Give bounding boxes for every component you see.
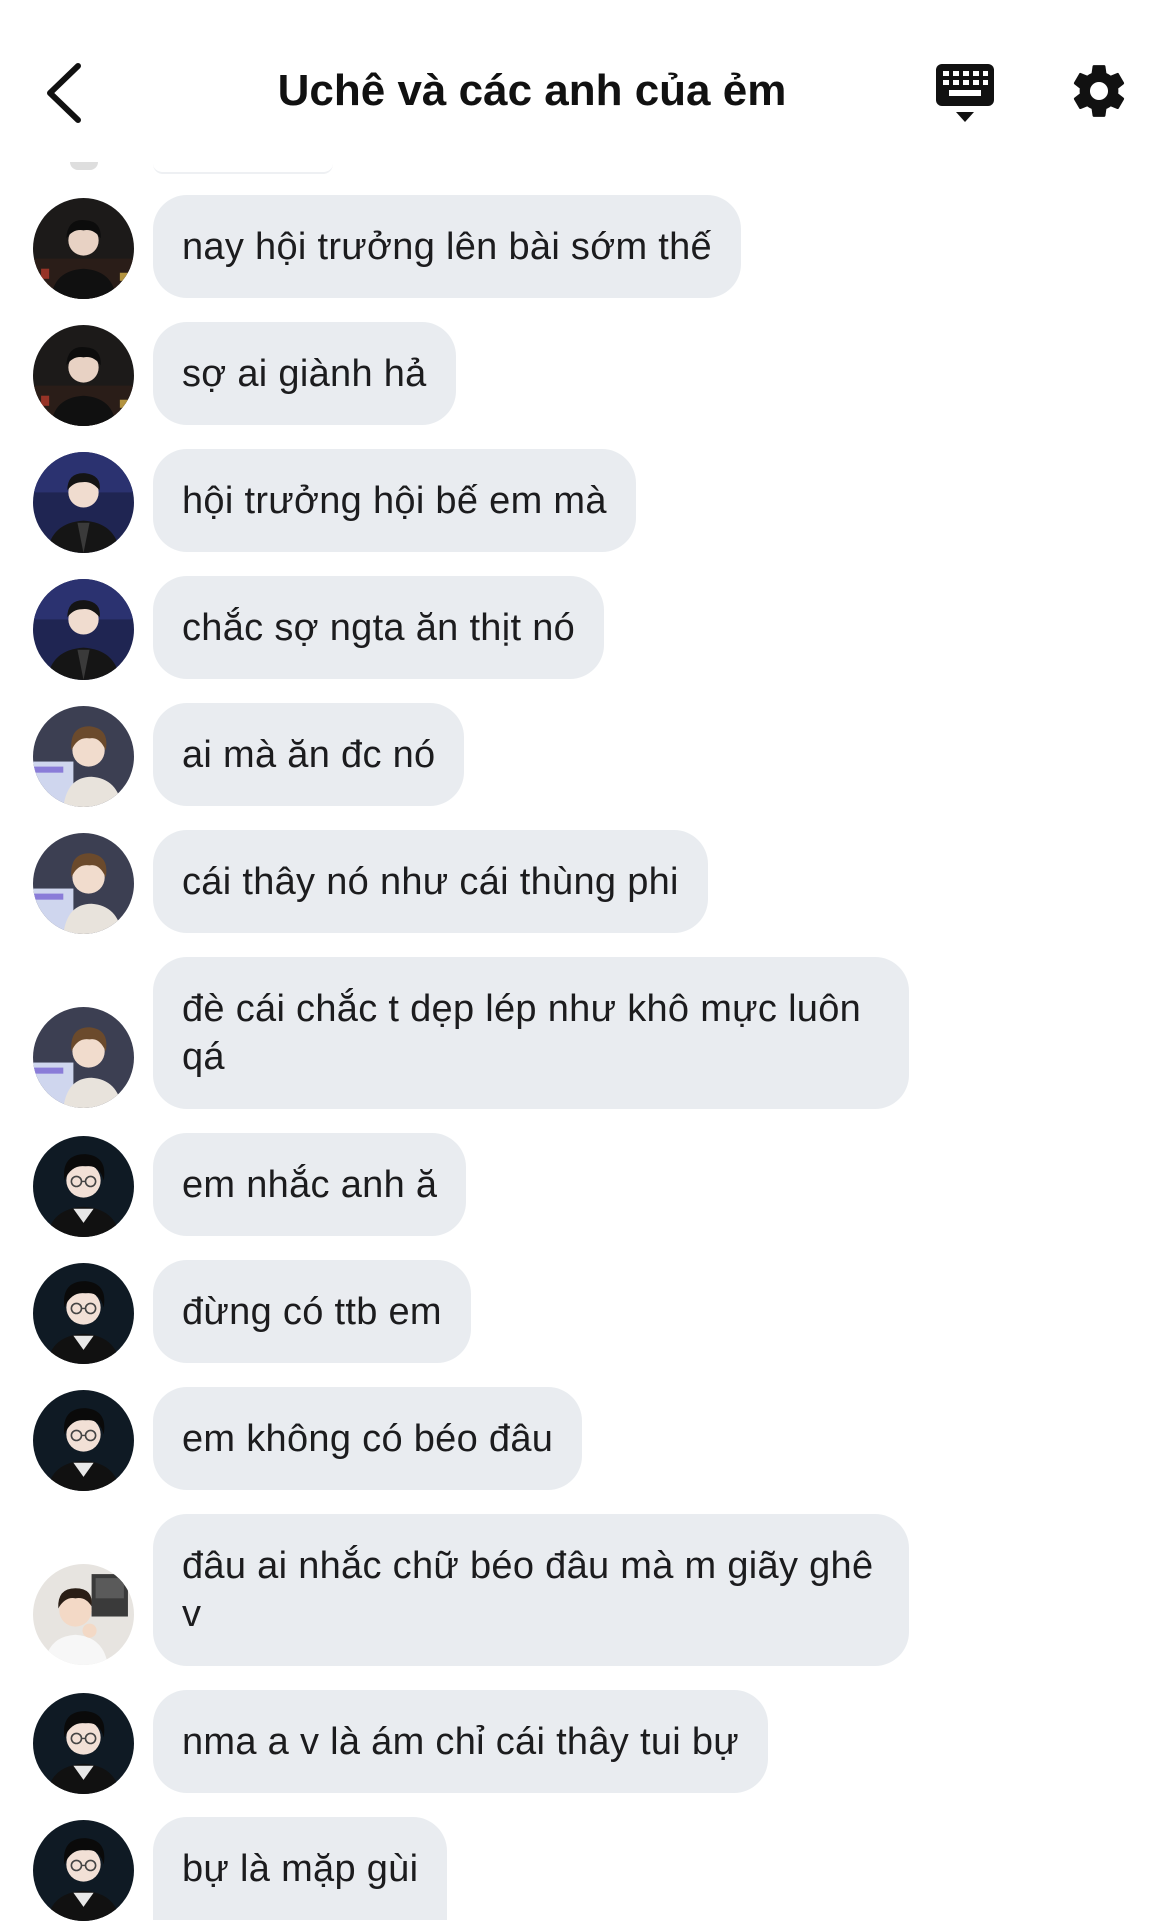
message-bubble[interactable]: nay hội trưởng lên bài sớm thế xyxy=(153,195,741,298)
message-text: đè cái chắc t dẹp lép như khô mực luôn q… xyxy=(182,988,862,1078)
message-bubble[interactable]: bự là mặp gùi xyxy=(153,1817,448,1920)
avatar[interactable] xyxy=(33,833,134,934)
avatar[interactable] xyxy=(33,1136,134,1237)
avatar[interactable] xyxy=(33,1820,134,1921)
message-text: đừng có ttb em xyxy=(182,1290,442,1333)
message-text: nma a v là ám chỉ cái thây tui bự xyxy=(182,1720,740,1763)
message-bubble[interactable]: nma a v là ám chỉ cái thây tui bự xyxy=(153,1690,769,1793)
message-bubble[interactable]: chắc sợ ngta ăn thịt nó xyxy=(153,576,605,679)
avatar[interactable] xyxy=(33,1693,134,1794)
avatar[interactable] xyxy=(33,1263,134,1364)
avatar[interactable] xyxy=(33,325,134,426)
message-text: đâu ai nhắc chữ béo đâu mà m giãy ghê v xyxy=(182,1545,874,1635)
message-text: em nhắc anh ă xyxy=(182,1163,438,1206)
message-bubble[interactable]: cái thây nó như cái thùng phi xyxy=(153,830,708,933)
message-bubble[interactable]: sợ ai giành hả xyxy=(153,322,456,425)
avatar[interactable] xyxy=(33,706,134,807)
message-text: cái thây nó như cái thùng phi xyxy=(182,860,679,903)
message-text: em không có béo đâu xyxy=(182,1417,554,1460)
message-bubble[interactable]: ai mà ăn đc nó xyxy=(153,703,465,806)
avatar[interactable] xyxy=(33,1007,134,1108)
avatar[interactable] xyxy=(33,198,134,299)
message-text: nay hội trưởng lên bài sớm thế xyxy=(182,225,712,268)
message-text: chắc sợ ngta ăn thịt nó xyxy=(182,606,576,649)
message-text: bự là mặp gùi xyxy=(182,1847,419,1890)
message-bubble[interactable]: đè cái chắc t dẹp lép như khô mực luôn q… xyxy=(153,957,909,1109)
message-bubble[interactable]: em không có béo đâu xyxy=(153,1387,583,1490)
avatar[interactable] xyxy=(33,1390,134,1491)
avatar[interactable] xyxy=(33,1564,134,1665)
message-bubble[interactable]: hội trưởng hội bế em mà xyxy=(153,449,636,552)
message-bubble[interactable]: đừng có ttb em xyxy=(153,1260,471,1363)
message-list: nay hội trưởng lên bài sớm thế sợ ai già… xyxy=(0,0,1164,1920)
avatar[interactable] xyxy=(33,579,134,680)
message-bubble[interactable]: em nhắc anh ă xyxy=(153,1133,467,1236)
message-text: hội trưởng hội bế em mà xyxy=(182,479,607,522)
message-bubble[interactable]: đâu ai nhắc chữ béo đâu mà m giãy ghê v xyxy=(153,1514,909,1666)
message-text: ai mà ăn đc nó xyxy=(182,733,436,776)
message-text: sợ ai giành hả xyxy=(182,352,427,395)
avatar[interactable] xyxy=(33,452,134,553)
